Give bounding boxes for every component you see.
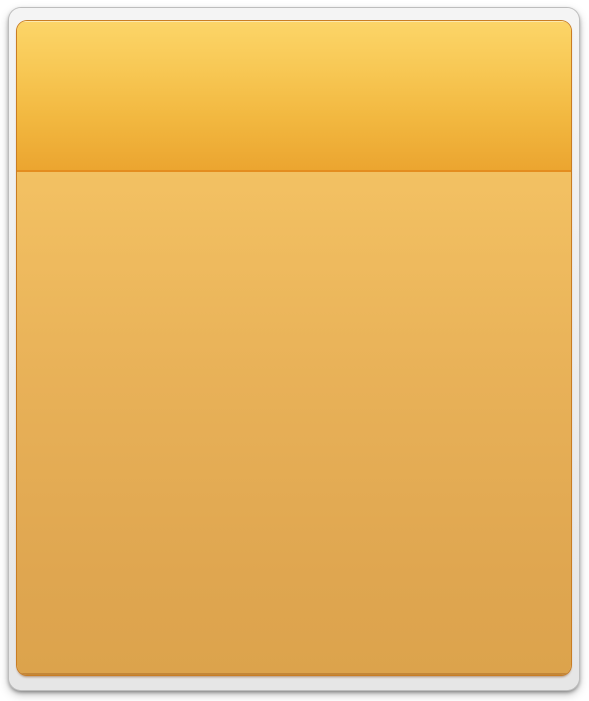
panel-header: [17, 21, 571, 172]
panel-body: [17, 172, 571, 675]
window-frame: [9, 8, 579, 690]
note-panel: [17, 21, 571, 675]
